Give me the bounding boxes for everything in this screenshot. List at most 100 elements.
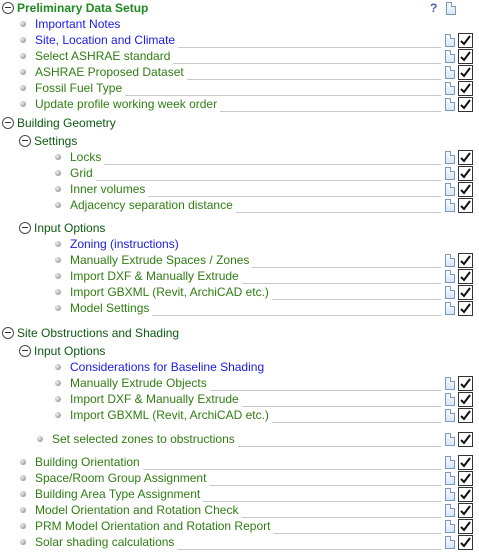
tree-row-manually-extrude-objects[interactable]: Manually Extrude Objects [0, 376, 479, 392]
collapse-toggle-icon[interactable] [19, 345, 31, 357]
checkbox[interactable] [458, 65, 473, 80]
document-icon[interactable] [445, 98, 455, 111]
tree-row-site-obstructions-shading[interactable]: Site Obstructions and Shading [0, 326, 479, 342]
document-icon[interactable] [445, 151, 455, 164]
tree-item-label[interactable]: Model Settings [70, 301, 149, 316]
tree-row-import-dxf-extrude-shading[interactable]: Import DXF & Manually Extrude [0, 392, 479, 408]
tree-item-label[interactable]: Zoning (instructions) [70, 237, 179, 252]
checkbox[interactable] [458, 49, 473, 64]
tree-row-select-ashrae-standard[interactable]: Select ASHRAE standard [0, 49, 479, 65]
tree-row-import-gbxml-geometry[interactable]: Import GBXML (Revit, ArchiCAD etc.) [0, 285, 479, 301]
tree-item-label[interactable]: Space/Room Group Assignment [35, 471, 206, 486]
tree-row-locks[interactable]: Locks [0, 150, 479, 166]
tree-item-label[interactable]: Grid [70, 166, 93, 181]
tree-row-considerations-baseline-shading[interactable]: Considerations for Baseline Shading [0, 360, 479, 376]
document-icon[interactable] [445, 286, 455, 299]
tree-row-ashrae-proposed-dataset[interactable]: ASHRAE Proposed Dataset [0, 65, 479, 81]
tree-row-model-settings[interactable]: Model Settings [0, 301, 479, 317]
document-icon[interactable] [445, 50, 455, 63]
tree-item-label[interactable]: Locks [70, 150, 101, 165]
checkbox[interactable] [458, 535, 473, 550]
tree-row-input-options-shading[interactable]: Input Options [0, 344, 479, 360]
document-icon[interactable] [445, 409, 455, 422]
collapse-toggle-icon[interactable] [19, 222, 31, 234]
document-icon[interactable] [446, 2, 456, 15]
tree-row-import-gbxml-shading[interactable]: Import GBXML (Revit, ArchiCAD etc.) [0, 408, 479, 424]
document-icon[interactable] [445, 183, 455, 196]
tree-item-label[interactable]: Manually Extrude Objects [70, 376, 207, 391]
tree-item-label[interactable]: Considerations for Baseline Shading [70, 360, 264, 375]
checkbox[interactable] [458, 392, 473, 407]
checkbox[interactable] [458, 97, 473, 112]
checkbox[interactable] [458, 455, 473, 470]
tree-item-label[interactable]: Update profile working week order [35, 97, 217, 112]
tree-row-site-location-climate[interactable]: Site, Location and Climate [0, 33, 479, 49]
tree-row-model-orientation-rotation-check[interactable]: Model Orientation and Rotation Check [0, 503, 479, 519]
tree-row-inner-volumes[interactable]: Inner volumes [0, 182, 479, 198]
help-icon[interactable]: ? [430, 1, 437, 15]
tree-row-manually-extrude-spaces-zones[interactable]: Manually Extrude Spaces / Zones [0, 253, 479, 269]
document-icon[interactable] [445, 377, 455, 390]
tree-item-label[interactable]: Model Orientation and Rotation Check [35, 503, 238, 518]
document-icon[interactable] [445, 34, 455, 47]
tree-item-label[interactable]: Select ASHRAE standard [35, 49, 170, 64]
checkbox[interactable] [458, 150, 473, 165]
checkbox[interactable] [458, 301, 473, 316]
tree-row-building-geometry[interactable]: Building Geometry [0, 116, 479, 132]
tree-row-important-notes[interactable]: Important Notes [0, 17, 479, 33]
checkbox[interactable] [458, 166, 473, 181]
tree-item-label[interactable]: Inner volumes [70, 182, 145, 197]
tree-item-label[interactable]: Import DXF & Manually Extrude [70, 269, 239, 284]
tree-item-label[interactable]: Solar shading calculations [35, 535, 174, 550]
checkbox[interactable] [458, 503, 473, 518]
checkbox[interactable] [458, 408, 473, 423]
document-icon[interactable] [445, 199, 455, 212]
document-icon[interactable] [445, 433, 455, 446]
tree-item-label[interactable]: Building Orientation [35, 455, 140, 470]
document-icon[interactable] [445, 82, 455, 95]
tree-item-label[interactable]: ASHRAE Proposed Dataset [35, 65, 184, 80]
collapse-toggle-icon[interactable] [19, 135, 31, 147]
tree-item-label[interactable]: Set selected zones to obstructions [52, 432, 235, 447]
collapse-toggle-icon[interactable] [2, 117, 14, 129]
tree-row-fossil-fuel-type[interactable]: Fossil Fuel Type [0, 81, 479, 97]
tree-row-grid[interactable]: Grid [0, 166, 479, 182]
tree-row-prm-model-orientation-rotation-report[interactable]: PRM Model Orientation and Rotation Repor… [0, 519, 479, 535]
checkbox[interactable] [458, 81, 473, 96]
document-icon[interactable] [445, 520, 455, 533]
document-icon[interactable] [445, 456, 455, 469]
tree-row-settings[interactable]: Settings [0, 134, 479, 150]
tree-item-label[interactable]: Import DXF & Manually Extrude [70, 392, 239, 407]
tree-row-building-orientation[interactable]: Building Orientation [0, 455, 479, 471]
tree-row-adjacency-separation-distance[interactable]: Adjacency separation distance [0, 198, 479, 214]
checkbox[interactable] [458, 182, 473, 197]
document-icon[interactable] [445, 66, 455, 79]
checkbox[interactable] [458, 33, 473, 48]
tree-item-label[interactable]: Manually Extrude Spaces / Zones [70, 253, 249, 268]
tree-row-solar-shading-calculations[interactable]: Solar shading calculations [0, 535, 479, 551]
document-icon[interactable] [445, 504, 455, 517]
tree-item-label[interactable]: Building Area Type Assignment [35, 487, 200, 502]
document-icon[interactable] [445, 254, 455, 267]
tree-row-building-area-type-assignment[interactable]: Building Area Type Assignment [0, 487, 479, 503]
tree-row-update-profile-working-week-order[interactable]: Update profile working week order [0, 97, 479, 113]
document-icon[interactable] [445, 536, 455, 549]
document-icon[interactable] [445, 270, 455, 283]
document-icon[interactable] [445, 393, 455, 406]
checkbox[interactable] [458, 487, 473, 502]
checkbox[interactable] [458, 432, 473, 447]
document-icon[interactable] [445, 488, 455, 501]
document-icon[interactable] [445, 167, 455, 180]
collapse-toggle-icon[interactable] [2, 2, 14, 14]
checkbox[interactable] [458, 519, 473, 534]
tree-item-label[interactable]: Fossil Fuel Type [35, 81, 122, 96]
tree-item-label[interactable]: Important Notes [35, 17, 120, 32]
collapse-toggle-icon[interactable] [2, 327, 14, 339]
document-icon[interactable] [445, 472, 455, 485]
tree-row-set-selected-zones-obstructions[interactable]: Set selected zones to obstructions [0, 432, 479, 448]
tree-item-label[interactable]: PRM Model Orientation and Rotation Repor… [35, 519, 270, 534]
checkbox[interactable] [458, 285, 473, 300]
tree-item-label[interactable]: Import GBXML (Revit, ArchiCAD etc.) [70, 285, 269, 300]
checkbox[interactable] [458, 269, 473, 284]
tree-row-input-options-geometry[interactable]: Input Options [0, 221, 479, 237]
